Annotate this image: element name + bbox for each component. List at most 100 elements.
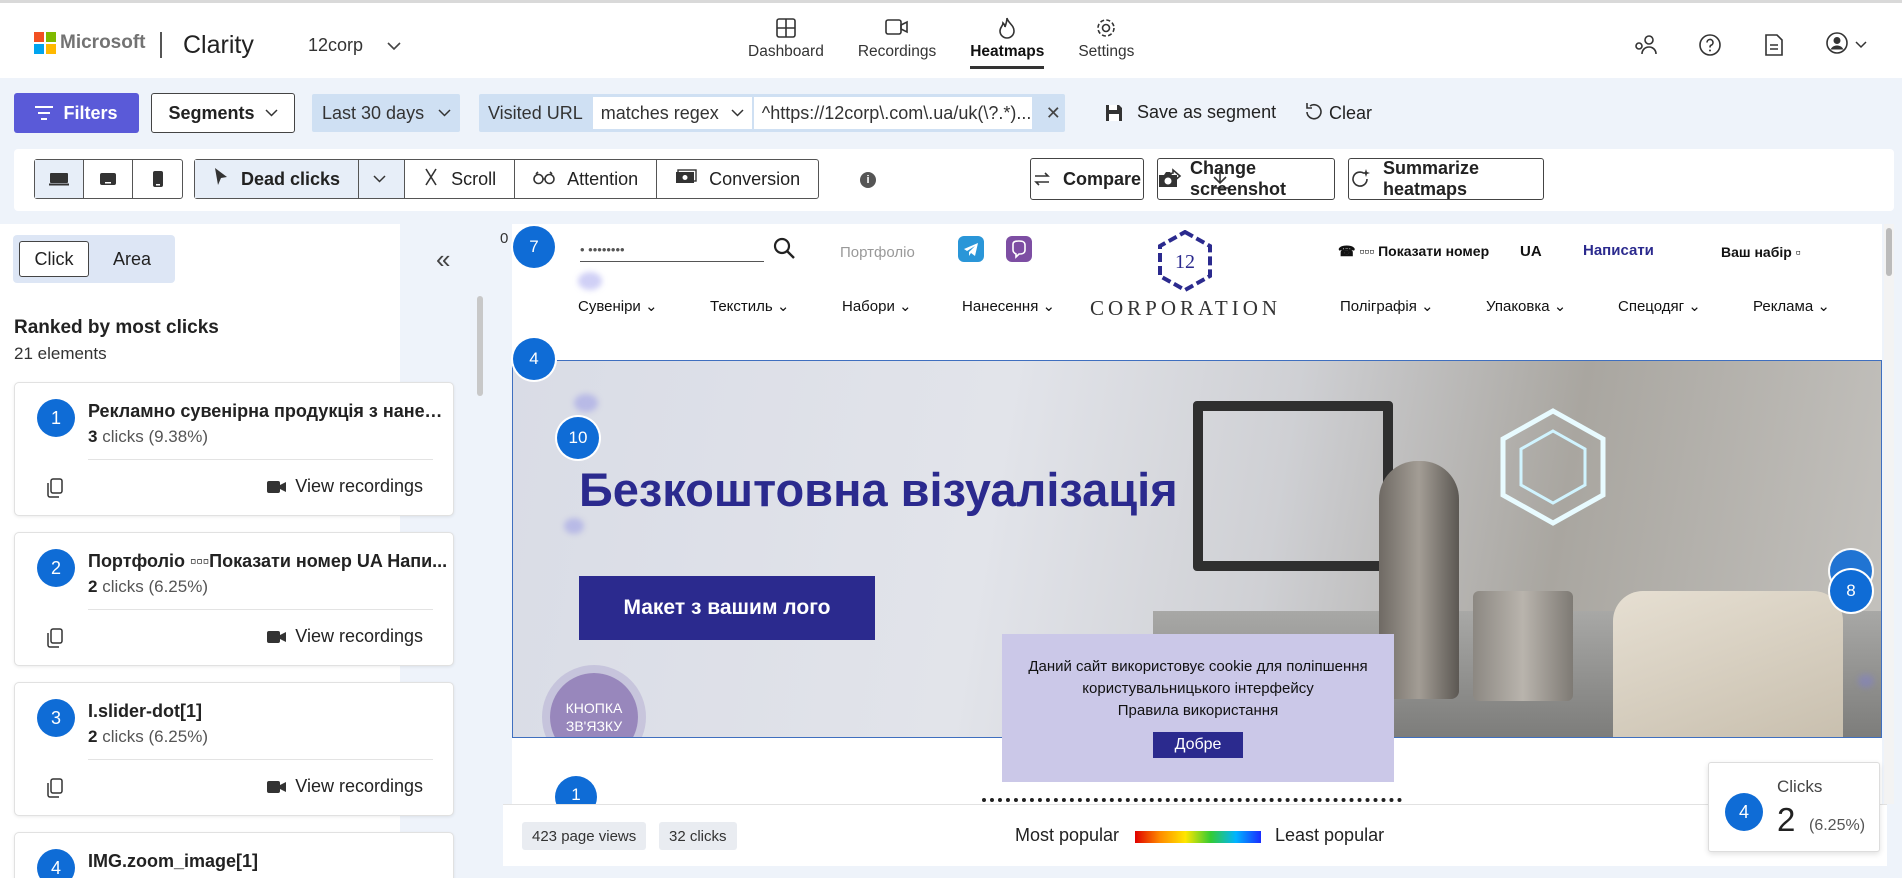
site-menu-item[interactable]: Реклама ⌄ xyxy=(1753,297,1830,315)
flame-icon xyxy=(997,17,1017,43)
click-rank-badge[interactable]: 10 xyxy=(557,417,599,459)
chevron-down-icon xyxy=(387,38,401,54)
page-views-stat: 423 page views xyxy=(522,822,647,850)
click-type-dropdown[interactable] xyxy=(358,160,386,198)
ranked-element-card[interactable]: 3 I.slider-dot[1] 2 clicks (6.25%) View … xyxy=(14,682,454,816)
search-icon[interactable] xyxy=(772,236,796,265)
tab-recordings[interactable]: Recordings xyxy=(858,17,936,61)
show-phone-link[interactable]: ☎ ▫▫▫ Показати номер xyxy=(1338,243,1489,260)
ranked-element-card[interactable]: 1 Рекламно сувенірна продукція з нанесе.… xyxy=(14,382,454,516)
url-regex-input[interactable]: ^https://12corp\.com\.ua/uk(\?.*)... xyxy=(753,97,1032,129)
camera-icon xyxy=(1158,171,1178,188)
write-link[interactable]: Написати xyxy=(1583,242,1654,259)
site-menu-item[interactable]: Спецодяг ⌄ xyxy=(1618,297,1701,315)
project-selector[interactable]: 12corp xyxy=(308,35,401,56)
share-access-icon[interactable] xyxy=(1634,33,1658,57)
page-preview-scrollbar[interactable] xyxy=(1884,224,1894,804)
site-menu-item[interactable]: Текстиль ⌄ xyxy=(710,297,789,315)
segments-dropdown[interactable]: Segments xyxy=(151,93,295,133)
panel-scrollbar[interactable] xyxy=(477,296,483,396)
compare-button[interactable]: Compare xyxy=(1030,158,1144,200)
document-icon[interactable] xyxy=(1762,33,1786,57)
site-menu-item[interactable]: Упаковка ⌄ xyxy=(1486,297,1566,315)
click-rank-badge[interactable]: 8 xyxy=(1830,570,1872,612)
logo-divider xyxy=(160,32,162,58)
desktop-icon xyxy=(49,173,69,186)
view-recordings-link[interactable]: View recordings xyxy=(267,626,423,647)
ranked-element-card[interactable]: 4 IMG.zoom_image[1] xyxy=(14,832,454,878)
account-menu[interactable] xyxy=(1826,31,1867,57)
site-menu-item[interactable]: Сувеніри ⌄ xyxy=(578,297,658,315)
tooltip-rank-badge: 4 xyxy=(1725,793,1763,831)
tab-heatmaps[interactable]: Heatmaps xyxy=(970,17,1045,69)
site-search-input[interactable]: • •••••••• xyxy=(580,242,764,262)
cart-link[interactable]: Ваш набір ▫ xyxy=(1721,244,1801,260)
change-screenshot-label: Change screenshot xyxy=(1190,158,1287,199)
change-screenshot-button[interactable]: Change screenshot xyxy=(1157,158,1335,200)
site-logo[interactable]: 12 xyxy=(1090,229,1280,297)
copy-icon[interactable] xyxy=(47,478,63,503)
microsoft-logo-icon xyxy=(34,32,56,54)
mode-attention[interactable]: Attention xyxy=(515,160,658,198)
site-menu-item[interactable]: Набори ⌄ xyxy=(842,297,912,315)
help-icon[interactable] xyxy=(1698,33,1722,57)
heatmap-page-preview[interactable]: • •••••••• Портфоліо 12 CORPORATION ☎ ▫▫… xyxy=(512,224,1882,804)
site-menu-item[interactable]: Нанесення ⌄ xyxy=(962,297,1055,315)
copy-icon[interactable] xyxy=(47,628,63,653)
top-right-actions xyxy=(1594,31,1867,57)
collapse-panel-icon[interactable]: « xyxy=(436,244,450,275)
summarize-heatmaps-button[interactable]: Summarize heatmaps xyxy=(1348,158,1544,200)
filters-button[interactable]: Filters xyxy=(14,93,139,133)
copy-icon[interactable] xyxy=(47,778,63,803)
remove-filter-icon[interactable]: ✕ xyxy=(1046,103,1061,124)
scrollbar-thumb[interactable] xyxy=(1886,228,1892,276)
viber-icon[interactable] xyxy=(1006,236,1032,262)
site-menu-item[interactable]: Поліграфія ⌄ xyxy=(1340,297,1434,315)
chevron-down-icon xyxy=(373,175,386,183)
desktop-device-button[interactable] xyxy=(35,160,84,198)
click-rank-badge[interactable]: 4 xyxy=(513,338,555,380)
summarize-heatmaps-label: Summarize heatmaps xyxy=(1383,158,1480,199)
site-portfolio-link[interactable]: Портфоліо xyxy=(840,244,915,261)
clear-filters-button[interactable]: Clear xyxy=(1305,102,1372,125)
element-clicks: 2 clicks (6.25%) xyxy=(88,727,208,746)
url-operator-dropdown[interactable]: matches regex xyxy=(592,97,752,129)
tablet-device-button[interactable] xyxy=(84,160,133,198)
cookie-accept-button[interactable]: Добре xyxy=(1153,732,1243,758)
mode-conversion[interactable]: Conversion xyxy=(657,160,818,198)
contact-button[interactable]: КНОПКА ЗВ'ЯЗКУ xyxy=(550,673,638,737)
cookie-rules-link[interactable]: Правила використання xyxy=(1002,700,1394,722)
save-as-segment-button[interactable]: Save as segment xyxy=(1105,102,1276,123)
rank-badge: 2 xyxy=(37,549,75,587)
language-switch[interactable]: UA xyxy=(1520,243,1542,260)
banner-cta-button[interactable]: Макет з вашим лого xyxy=(579,576,875,640)
tooltip-value: 2 xyxy=(1777,801,1796,838)
site-logo-text: CORPORATION xyxy=(1090,296,1282,320)
ranked-element-card[interactable]: 2 Портфоліо ▫▫▫Показати номер UA Напи...… xyxy=(14,532,454,666)
view-recordings-link[interactable]: View recordings xyxy=(267,476,423,497)
info-icon[interactable]: i xyxy=(860,172,876,188)
date-range-dropdown[interactable]: Last 30 days xyxy=(312,94,460,132)
product-name[interactable]: Clarity xyxy=(183,31,254,60)
mode-dead-clicks[interactable]: Dead clicks xyxy=(195,160,406,198)
element-clicks: 2 clicks (6.25%) xyxy=(88,577,208,596)
microsoft-logo[interactable]: Microsoft xyxy=(34,32,146,54)
tab-click[interactable]: Click xyxy=(19,241,89,277)
mode-conversion-label: Conversion xyxy=(709,168,801,189)
tab-dashboard-label: Dashboard xyxy=(748,43,824,60)
element-title: Портфоліо ▫▫▫Показати номер UA Напи... xyxy=(88,551,448,571)
tab-heatmaps-label: Heatmaps xyxy=(970,43,1045,60)
mode-scroll[interactable]: Scroll xyxy=(405,160,516,198)
tab-settings[interactable]: Settings xyxy=(1078,17,1134,61)
url-filter-chip[interactable]: Visited URL matches regex ^https://12cor… xyxy=(479,94,1065,132)
click-rank-badge[interactable]: 7 xyxy=(513,226,555,268)
chevron-down-icon xyxy=(1855,36,1867,54)
element-clicks: 3 clicks (9.38%) xyxy=(88,427,208,446)
view-recordings-link[interactable]: View recordings xyxy=(267,776,423,797)
mobile-device-button[interactable] xyxy=(133,160,182,198)
swap-arrows-icon xyxy=(1033,171,1051,187)
project-name: 12corp xyxy=(308,35,364,55)
tab-dashboard[interactable]: Dashboard xyxy=(748,17,824,61)
tab-area[interactable]: Area xyxy=(95,241,169,277)
telegram-icon[interactable] xyxy=(958,236,984,262)
